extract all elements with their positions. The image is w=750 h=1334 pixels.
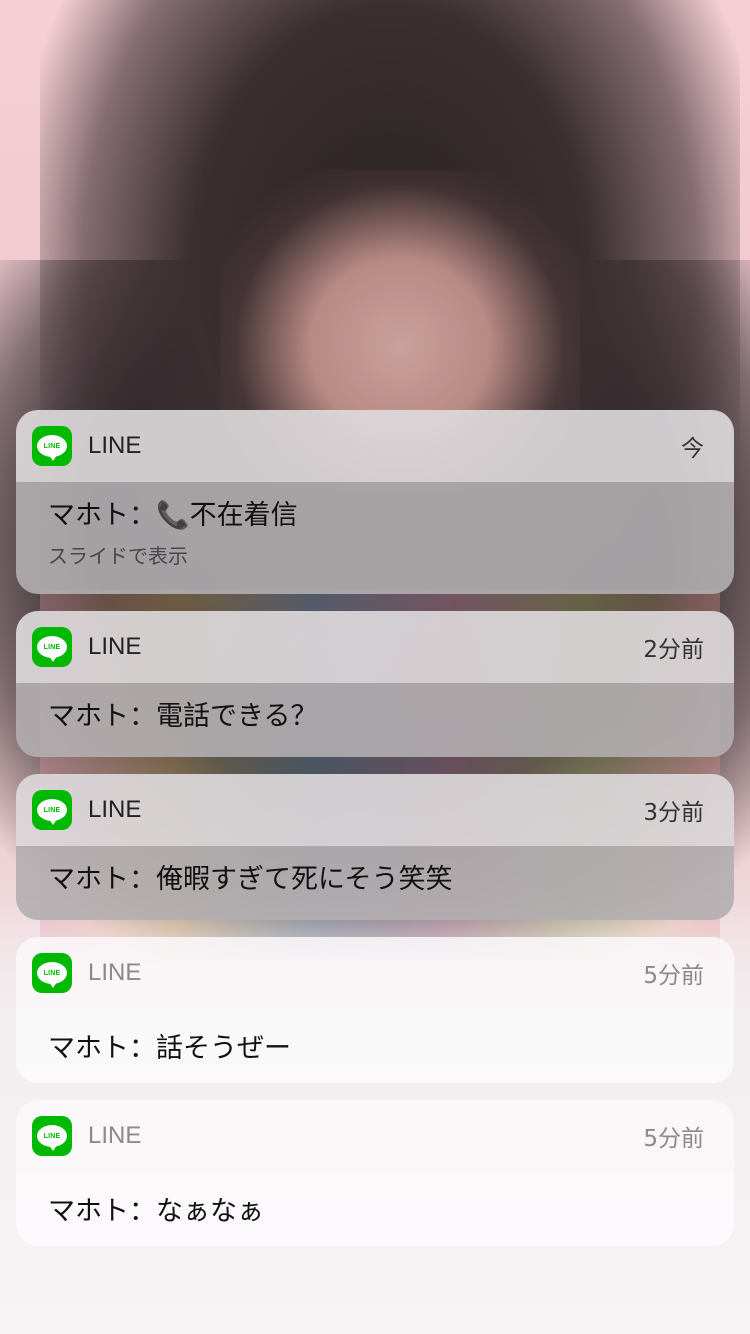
app-name: LINE (88, 959, 142, 986)
slide-to-view-hint: スライドで表示 (48, 544, 188, 568)
notification-time: 2分前 (643, 637, 704, 663)
app-name: LINE (88, 432, 142, 459)
notification-message: マホト：📞不在着信 (48, 500, 298, 531)
app-name: LINE (88, 1122, 142, 1149)
app-name: LINE (88, 796, 142, 823)
notification-header: LINE LINE 5分前 (16, 937, 734, 1009)
notification-header: LINE LINE 2分前 (16, 611, 734, 683)
notification-header: LINE LINE 5分前 (16, 1100, 734, 1172)
notification-time: 今 (681, 436, 704, 462)
notification-body: マホト：なぁなぁ (16, 1172, 734, 1246)
line-app-icon: LINE (32, 953, 72, 993)
line-app-icon: LINE (32, 426, 72, 466)
line-app-icon: LINE (32, 790, 72, 830)
notification-time: 5分前 (643, 963, 704, 989)
notification-header: LINE LINE 今 (16, 410, 734, 482)
notification-card[interactable]: LINE LINE 5分前 マホト：なぁなぁ (16, 1100, 734, 1246)
notification-time: 3分前 (643, 800, 704, 826)
line-app-icon: LINE (32, 1116, 72, 1156)
notification-message: マホト：なぁなぁ (48, 1196, 264, 1227)
notification-card[interactable]: LINE LINE 3分前 マホト：俺暇すぎて死にそう笑笑 (16, 774, 734, 920)
notification-card[interactable]: LINE LINE 2分前 マホト：電話できる？ (16, 611, 734, 757)
notification-body: マホト：俺暇すぎて死にそう笑笑 (16, 846, 734, 920)
notification-body: マホト：話そうぜー (16, 1009, 734, 1083)
notification-message: マホト：電話できる？ (48, 701, 318, 732)
notification-header: LINE LINE 3分前 (16, 774, 734, 846)
notification-card[interactable]: LINE LINE 今 マホト：📞不在着信 スライドで表示 (16, 410, 734, 594)
app-name: LINE (88, 633, 142, 660)
notification-body: マホト：📞不在着信 スライドで表示 (16, 482, 734, 594)
notification-card[interactable]: LINE LINE 5分前 マホト：話そうぜー (16, 937, 734, 1083)
notification-message: マホト：俺暇すぎて死にそう笑笑 (48, 864, 453, 895)
notification-time: 5分前 (643, 1126, 704, 1152)
notification-body: マホト：電話できる？ (16, 683, 734, 757)
notification-list: LINE LINE 今 マホト：📞不在着信 スライドで表示 LINE LINE … (16, 410, 734, 1263)
line-app-icon: LINE (32, 627, 72, 667)
notification-message: マホト：話そうぜー (48, 1033, 291, 1064)
